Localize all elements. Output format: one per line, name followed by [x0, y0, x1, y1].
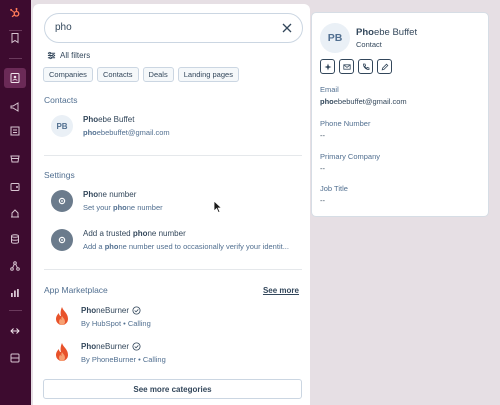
hubspot-logo-icon[interactable]	[4, 3, 26, 23]
section-title-contacts: Contacts	[44, 95, 78, 105]
content-icon[interactable]	[4, 121, 26, 141]
all-filters-button[interactable]: All filters	[47, 51, 90, 60]
section-title-settings: Settings	[44, 170, 75, 180]
call-button[interactable]	[358, 59, 373, 74]
phoneburner-logo-icon	[56, 307, 68, 326]
contact-email: phoebebuffet@gmail.com	[83, 128, 170, 137]
nav-divider	[9, 58, 22, 59]
preview-record-type: Contact	[356, 40, 382, 49]
gear-icon	[58, 236, 66, 244]
email-button[interactable]	[339, 59, 354, 74]
settings-gear-badge	[51, 190, 73, 212]
field-label-company: Primary Company	[320, 152, 381, 161]
field-label-phone: Phone Number	[320, 119, 371, 128]
filter-chips: Companies Contacts Deals Landing pages	[43, 67, 239, 82]
app-meta: By HubSpot • Calling	[81, 319, 151, 329]
all-filters-label: All filters	[60, 51, 91, 60]
setting-title: Phone number	[83, 190, 137, 199]
bookmark-icon[interactable]	[4, 28, 26, 48]
database-icon[interactable]	[4, 229, 26, 249]
verified-badge-icon	[132, 342, 141, 351]
avatar: PB	[320, 23, 350, 53]
app-name: PhoneBurner	[81, 306, 151, 315]
sidebar-icon[interactable]	[4, 348, 26, 368]
app-result-row[interactable]: PhoneBurner By PhoneBurner • Calling	[51, 342, 166, 364]
app-name: PhoneBurner	[81, 342, 166, 351]
phone-icon	[362, 63, 369, 70]
partners-icon[interactable]	[4, 256, 26, 276]
field-label-job-title: Job Title	[320, 184, 348, 193]
settings-result-row[interactable]: Phone number Set your phone number	[51, 190, 163, 212]
pencil-icon	[381, 63, 388, 70]
commerce-icon[interactable]	[4, 149, 26, 169]
avatar: PB	[51, 115, 73, 137]
envelope-icon	[342, 63, 351, 70]
phoneburner-logo-icon	[56, 343, 68, 362]
see-more-categories-button[interactable]: See more categories	[43, 379, 302, 399]
filter-icon	[47, 51, 56, 60]
search-results-panel: pho All filters Companies Contacts Deals…	[33, 4, 310, 405]
app-meta: By PhoneBurner • Calling	[81, 355, 166, 365]
gear-icon	[58, 197, 66, 205]
megaphone-icon[interactable]	[4, 97, 26, 117]
preview-contact-name[interactable]: Phoebe Buffet	[356, 27, 417, 38]
verified-badge-icon	[132, 306, 141, 315]
chip-contacts[interactable]: Contacts	[96, 67, 139, 82]
search-input[interactable]: pho	[44, 13, 303, 43]
setting-title: Add a trusted phone number	[83, 229, 186, 238]
setting-description: Add a phone number used to occasionally …	[83, 242, 289, 251]
field-value-email: phoebebuffet@gmail.com	[320, 97, 407, 106]
search-value: pho	[55, 22, 72, 33]
nav-divider	[9, 310, 22, 311]
expand-icon[interactable]	[4, 321, 26, 341]
contact-name: Phoebe Buffet	[83, 115, 135, 124]
app-result-row[interactable]: PhoneBurner By HubSpot • Calling	[51, 306, 151, 328]
ai-sparkle-button[interactable]	[320, 59, 335, 74]
section-divider	[44, 269, 302, 270]
left-nav-rail	[0, 0, 31, 405]
quick-actions	[320, 59, 392, 74]
section-title-marketplace: App Marketplace	[44, 285, 108, 295]
mouse-cursor-icon	[213, 200, 223, 214]
automation-icon[interactable]	[4, 203, 26, 223]
chip-companies[interactable]: Companies	[43, 67, 93, 82]
contact-preview-card: PB Phoebe Buffet Contact Email phoebebuf…	[311, 12, 489, 217]
settings-gear-badge	[51, 229, 73, 251]
reporting-icon[interactable]	[4, 283, 26, 303]
settings-result-row[interactable]: Add a trusted phone number Add a phone n…	[51, 229, 289, 251]
field-value-company: --	[320, 164, 325, 173]
contacts-icon[interactable]	[4, 68, 26, 88]
chip-deals[interactable]: Deals	[142, 67, 174, 82]
field-label-email: Email	[320, 85, 339, 94]
sparkle-icon	[324, 63, 331, 70]
field-value-phone: --	[320, 131, 325, 140]
section-divider	[44, 155, 302, 156]
contact-result-row[interactable]: PB Phoebe Buffet phoebebuffet@gmail.com	[51, 115, 170, 137]
see-more-link[interactable]: See more	[263, 286, 299, 295]
edit-button[interactable]	[377, 59, 392, 74]
setting-description: Set your phone number	[83, 203, 163, 212]
close-icon[interactable]	[280, 21, 294, 35]
chip-landing-pages[interactable]: Landing pages	[177, 67, 239, 82]
service-icon[interactable]	[4, 177, 26, 197]
field-value-job-title: --	[320, 196, 325, 205]
